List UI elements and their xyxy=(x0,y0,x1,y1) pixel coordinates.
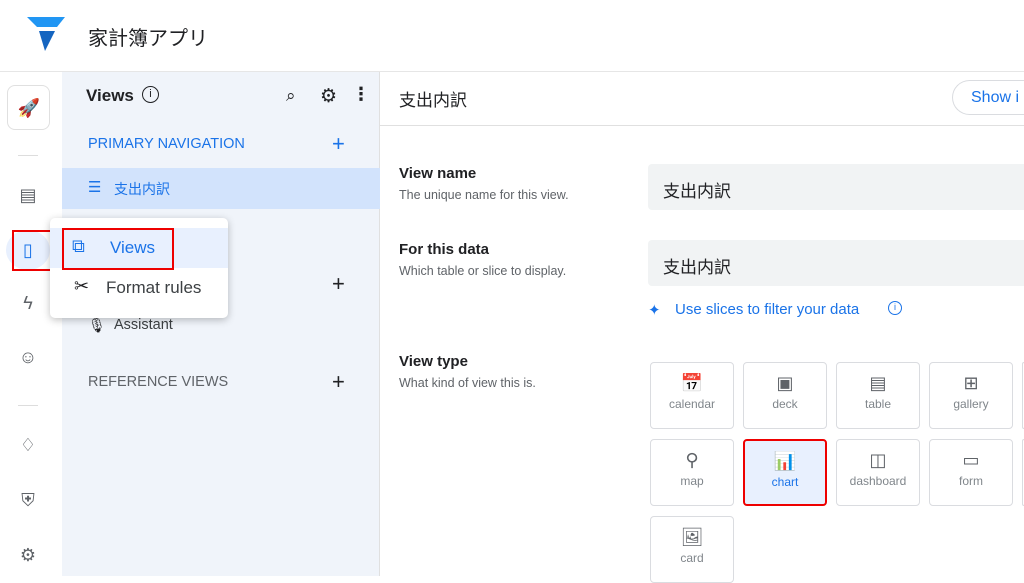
map-pin-icon: ⚲ xyxy=(685,450,699,470)
view-type-card[interactable]: 🖼 card xyxy=(650,516,734,583)
header-divider xyxy=(380,125,1024,126)
image-icon: 🖼 xyxy=(680,527,704,547)
view-type-chart[interactable]: 📊 chart xyxy=(743,439,827,506)
shield-icon[interactable]: ⛨ xyxy=(14,486,42,514)
view-type-gallery[interactable]: ⊞ gallery xyxy=(929,362,1013,429)
view-type-map[interactable]: ⚲ map xyxy=(650,439,734,506)
menu-item-label: Format rules xyxy=(106,278,202,297)
view-type-label: View type xyxy=(399,353,468,370)
highlight-box xyxy=(12,230,52,271)
rocket-icon: 🚀 xyxy=(17,97,41,118)
format-rules-icon: ✂ xyxy=(74,276,90,296)
tile-label: calendar xyxy=(668,397,716,411)
robot-icon[interactable]: ☺ xyxy=(14,343,42,371)
menu-item-format-rules[interactable]: ✂ Format rules xyxy=(50,268,228,308)
deck-icon: ▣ xyxy=(776,373,794,393)
info-icon[interactable]: i xyxy=(142,86,159,103)
nav-item-shishutsu[interactable]: ☰ 支出内訳 xyxy=(62,168,380,209)
add-menu-view-button[interactable]: + xyxy=(332,271,345,297)
dashboard-icon: ◫ xyxy=(869,450,887,470)
use-slices-link[interactable]: Use slices to filter your data xyxy=(675,301,859,318)
view-type-help: What kind of view this is. xyxy=(399,376,536,390)
tile-label: table xyxy=(864,397,892,411)
view-type-deck[interactable]: ▣ deck xyxy=(743,362,827,429)
form-icon: ▭ xyxy=(962,450,980,470)
list-icon: ☰ xyxy=(88,179,102,196)
app-logo-icon xyxy=(27,17,65,51)
nav-item-label: 支出内訳 xyxy=(114,181,170,197)
tile-label: card xyxy=(680,551,704,565)
bulb-icon[interactable]: ♢ xyxy=(14,431,42,459)
view-editor: 支出内訳 Show i View name The unique name fo… xyxy=(380,72,1024,583)
table-icon: ▤ xyxy=(869,373,887,393)
view-name-label: View name xyxy=(399,165,477,182)
rail-divider xyxy=(18,405,38,406)
tile-label: form xyxy=(959,474,983,488)
views-sidebar: Views i ⌕ ⚙ ⋮ PRIMARY NAVIGATION + ☰ 支出内… xyxy=(62,72,380,576)
sparkle-icon: ✦ xyxy=(648,302,661,319)
tile-label: deck xyxy=(772,397,798,411)
view-name-input[interactable]: 支出内訳 xyxy=(648,164,1024,210)
chart-icon: 📊 xyxy=(773,451,797,471)
view-type-form[interactable]: ▭ form xyxy=(929,439,1013,506)
gallery-icon: ⊞ xyxy=(963,373,979,393)
for-data-select[interactable]: 支出内訳 xyxy=(648,240,1024,286)
more-icon[interactable]: ⋮ xyxy=(352,84,370,105)
add-primary-view-button[interactable]: + xyxy=(332,131,345,157)
tile-label: chart xyxy=(771,475,799,489)
show-button[interactable]: Show i xyxy=(952,80,1024,115)
for-data-help: Which table or slice to display. xyxy=(399,264,567,278)
info-icon[interactable]: i xyxy=(888,301,902,315)
bolt-icon[interactable]: ϟ xyxy=(14,289,42,317)
highlight-box xyxy=(62,228,174,270)
calendar-icon: 📅 xyxy=(680,373,704,393)
table-icon[interactable]: ▤ xyxy=(14,181,42,209)
view-type-calendar[interactable]: 📅 calendar xyxy=(650,362,734,429)
popup-menu: ⧉ Views ✂ Format rules xyxy=(50,218,228,318)
tile-label: map xyxy=(680,474,704,488)
app-title: 家計簿アプリ xyxy=(88,28,208,50)
top-bar: 家計簿アプリ xyxy=(0,0,1024,72)
search-icon[interactable]: ⌕ xyxy=(286,86,296,106)
reference-views-header: REFERENCE VIEWS xyxy=(88,374,229,390)
left-rail: 🚀 ▤ ▯ ϟ ☺ ♢ ⛨ ⚙ xyxy=(0,72,62,576)
for-data-label: For this data xyxy=(399,241,490,258)
assistant-item[interactable]: Assistant xyxy=(114,317,173,333)
settings-icon[interactable]: ⚙ xyxy=(320,85,337,108)
view-type-dashboard[interactable]: ◫ dashboard xyxy=(836,439,920,506)
tile-label: dashboard xyxy=(849,474,907,488)
view-name-help: The unique name for this view. xyxy=(399,188,569,202)
rail-divider xyxy=(18,155,38,156)
mic-icon: 🎙 xyxy=(88,317,106,333)
view-type-table[interactable]: ▤ table xyxy=(836,362,920,429)
tile-label: gallery xyxy=(953,397,989,411)
primary-nav-header: PRIMARY NAVIGATION xyxy=(88,136,245,152)
rocket-button[interactable]: 🚀 xyxy=(7,85,50,130)
gear-icon[interactable]: ⚙ xyxy=(14,541,42,569)
sidebar-title: Views xyxy=(86,86,134,105)
view-title: 支出内訳 xyxy=(399,91,467,110)
add-reference-view-button[interactable]: + xyxy=(332,369,345,395)
